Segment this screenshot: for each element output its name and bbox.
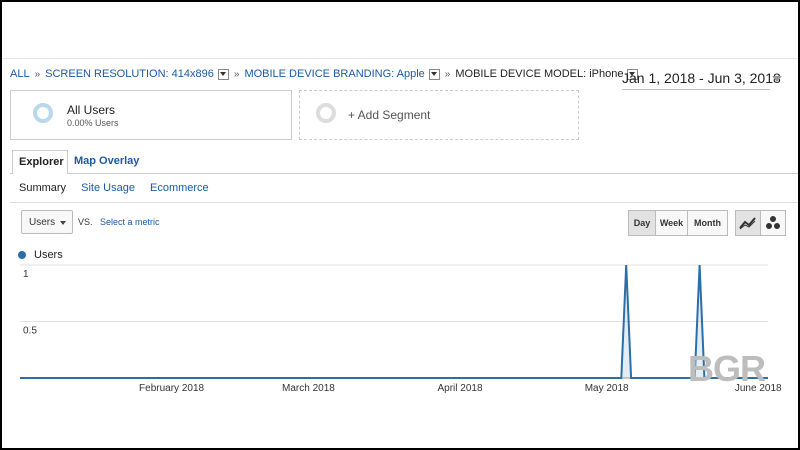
breadcrumb: ALL » SCREEN RESOLUTION: 414x896 » MOBIL… [10, 68, 639, 80]
top-band [2, 2, 798, 59]
subtab-summary[interactable]: Summary [19, 182, 66, 194]
line-chart-button[interactable] [735, 210, 761, 236]
add-segment-button[interactable]: + Add Segment [299, 90, 579, 140]
tab-map-overlay[interactable]: Map Overlay [68, 150, 145, 173]
breadcrumb-separator: » [34, 68, 41, 80]
add-segment-label: + Add Segment [348, 108, 431, 122]
week-button[interactable]: Week [656, 210, 688, 236]
x-tick-label: April 2018 [437, 383, 482, 394]
breadcrumb-separator: » [233, 68, 240, 80]
vs-label: VS. [78, 217, 93, 227]
breadcrumb-screen-resolution[interactable]: SCREEN RESOLUTION: 414x896 [45, 68, 214, 80]
tabs-divider [10, 173, 798, 174]
segment-ring-icon [316, 103, 336, 123]
segment-ring-icon [33, 103, 53, 123]
line-chart-icon [739, 217, 756, 230]
subtabs-divider [10, 202, 798, 203]
x-tick-label: March 2018 [282, 383, 335, 394]
explorer-subtabs: Summary Site Usage Ecommerce [19, 182, 221, 194]
metric-select-label: Users [29, 217, 56, 228]
breadcrumb-device-model: MOBILE DEVICE MODEL: iPhone [455, 68, 624, 80]
motion-chart-button[interactable] [760, 210, 786, 236]
segment-all-users[interactable]: All Users 0.00% Users [10, 90, 292, 140]
day-button[interactable]: Day [628, 210, 656, 236]
chevron-down-icon [60, 221, 66, 225]
y-tick-label: 1 [23, 269, 29, 280]
date-range-picker[interactable]: Jan 1, 2018 - Jun 3, 2018 [622, 70, 782, 90]
legend-dot-icon [18, 251, 26, 259]
subtab-site-usage[interactable]: Site Usage [81, 182, 135, 194]
subtab-ecommerce[interactable]: Ecommerce [150, 182, 209, 194]
x-tick-label: February 2018 [139, 383, 204, 394]
segment-subtitle: 0.00% Users [67, 118, 119, 128]
analytics-screen: ALL » SCREEN RESOLUTION: 414x896 » MOBIL… [2, 2, 798, 448]
users-line-chart: 1 0.5 February 2018 March 2018 April 2018 May… [20, 264, 782, 394]
date-range-label: Jan 1, 2018 - Jun 3, 2018 [622, 70, 781, 86]
select-metric-link[interactable]: Select a metric [100, 217, 160, 227]
metric-select[interactable]: Users [21, 210, 73, 234]
chevron-down-icon[interactable] [428, 68, 440, 80]
segment-title: All Users [67, 103, 116, 117]
breadcrumb-device-branding[interactable]: MOBILE DEVICE BRANDING: Apple [244, 68, 424, 80]
y-tick-label: 0.5 [23, 326, 37, 337]
chevron-down-icon[interactable] [217, 68, 229, 80]
chevron-down-icon [772, 76, 782, 82]
watermark-logo: BGR [688, 348, 766, 389]
x-tick-label: May 2018 [585, 383, 629, 394]
tab-explorer[interactable]: Explorer [12, 150, 68, 174]
granularity-buttons: Day Week Month [628, 210, 728, 236]
bubble-chart-icon [766, 216, 780, 229]
breadcrumb-all[interactable]: ALL [10, 68, 30, 80]
breadcrumb-separator: » [444, 68, 451, 80]
month-button[interactable]: Month [688, 210, 728, 236]
